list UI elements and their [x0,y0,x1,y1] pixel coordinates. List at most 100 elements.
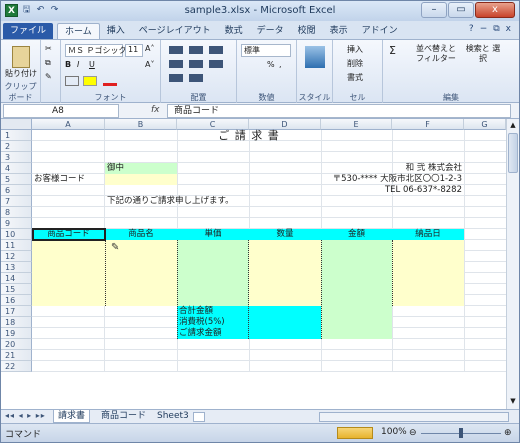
bold-button[interactable]: B [65,60,71,69]
row-header[interactable]: 19 [1,328,32,339]
close-button[interactable]: x [475,2,515,18]
view-buttons[interactable] [337,427,373,439]
align-top-icons[interactable] [169,46,229,54]
column-header[interactable]: B [105,119,177,130]
help-icon[interactable]: ? [469,24,474,34]
tab-formulas[interactable]: 数式 [218,23,250,39]
scroll-down-icon[interactable]: ▼ [508,397,518,407]
tab-data[interactable]: データ [250,23,291,39]
cut-icon[interactable]: ✂ [45,44,52,53]
cursor-pencil-icon: ✎ [111,242,120,253]
worksheet-grid[interactable]: A B C D E F G 1 2 3 4 5 6 7 8 9 10 11 12 13 14 15 16 17 1… [1,119,506,409]
row-header[interactable]: 12 [1,251,32,262]
row-header[interactable]: 10 [1,229,32,240]
header-amount: 金額 [347,229,365,239]
tab-addins[interactable]: アドイン [355,23,405,39]
find-select-button[interactable]: 検索と 選択 [463,44,503,64]
restore-button[interactable]: ▭ [448,2,474,18]
tab-view[interactable]: 表示 [323,23,355,39]
horizontal-scrollbar[interactable] [319,412,509,422]
insert-cells-button[interactable]: 挿入 [347,44,363,55]
format-cells-button[interactable]: 書式 [347,72,363,83]
row-header[interactable]: 5 [1,174,32,185]
sheet-tab-sheet3[interactable]: Sheet3 [153,410,193,423]
row-header[interactable]: 11 [1,240,32,251]
row-header[interactable]: 20 [1,339,32,350]
sheet-nav-icons[interactable]: ◂◂ ◂ ▸ ▸▸ [5,411,46,420]
font-size-select[interactable]: 11 [125,44,143,57]
row-header[interactable]: 1 [1,130,32,141]
tab-page-layout[interactable]: ページレイアウト [132,23,218,39]
paste-button[interactable]: 貼り付け [5,46,37,79]
row-header[interactable]: 21 [1,350,32,361]
column-header[interactable]: F [392,119,464,130]
percent-button[interactable]: % [267,60,275,69]
row-header[interactable]: 18 [1,317,32,328]
column-header[interactable]: A [32,119,105,130]
font-name-select[interactable]: ＭＳ Ｐゴシック [65,44,127,57]
quantity-input-area[interactable] [249,240,321,306]
zoom-level[interactable]: 100% [381,427,407,437]
row-header[interactable]: 2 [1,141,32,152]
row-header[interactable]: 14 [1,273,32,284]
select-all-corner[interactable] [1,119,32,130]
format-painter-icon[interactable]: ✎ [45,72,52,81]
row-header[interactable]: 4 [1,163,32,174]
autosum-icon[interactable]: Σ [389,44,396,57]
sheet-tab-invoice[interactable]: 請求書 [53,410,91,423]
workbook-restore-icon[interactable]: ⧉ [493,24,499,34]
tab-file[interactable]: ファイル [3,23,54,39]
style-icon[interactable] [305,46,325,68]
number-format-select[interactable]: 標準 [241,44,291,57]
row-header[interactable]: 8 [1,207,32,218]
new-sheet-icon[interactable] [193,412,205,422]
zoom-slider-thumb[interactable] [459,428,463,438]
row-header[interactable]: 13 [1,262,32,273]
column-header[interactable]: G [464,119,506,130]
copy-icon[interactable]: ⧉ [45,58,51,68]
column-header[interactable]: E [321,119,392,130]
amount-area[interactable] [321,240,392,306]
font-color-icon[interactable] [103,76,117,86]
formula-input[interactable]: 商品コード [167,104,511,118]
unit-price-area[interactable] [177,240,249,306]
scroll-up-icon[interactable]: ▲ [508,121,518,131]
tab-insert[interactable]: 挿入 [100,23,132,39]
scroll-thumb[interactable] [508,133,518,173]
row-header[interactable]: 17 [1,306,32,317]
row-header[interactable]: 6 [1,185,32,196]
indent-icons[interactable] [169,74,209,82]
underline-button[interactable]: U [89,60,95,69]
delete-cells-button[interactable]: 削除 [347,58,363,69]
sort-filter-button[interactable]: 並べ替えと フィルター [413,44,459,64]
font-shrink-icon[interactable]: A˅ [145,60,154,69]
fill-color-icon[interactable] [83,76,97,86]
border-icon[interactable] [65,76,79,86]
vertical-scrollbar[interactable]: ▲ ▼ [506,119,519,409]
zoom-in-icon[interactable]: ⊕ [504,428,512,438]
font-grow-icon[interactable]: A˄ [145,44,154,53]
sheet-tab-bar: ◂◂ ◂ ▸ ▸▸ 請求書 商品コード Sheet3 [1,409,519,423]
row-header[interactable]: 9 [1,218,32,229]
row-header[interactable]: 15 [1,284,32,295]
name-box[interactable]: A8 [3,104,119,118]
cells-group: 挿入 削除 書式 セル [333,40,383,104]
minimize-button[interactable]: – [421,2,447,18]
align-horizontal-icons[interactable] [169,60,229,68]
tab-home[interactable]: ホーム [57,23,100,39]
tab-review[interactable]: 校閲 [291,23,323,39]
row-header[interactable]: 7 [1,196,32,207]
delivery-date-input-area[interactable] [392,240,464,306]
dotted-border [392,240,393,306]
function-icon[interactable]: fx [151,105,160,115]
ribbon-minimize-icon[interactable]: − [480,24,488,34]
italic-button[interactable]: I [77,60,79,69]
row-header[interactable]: 16 [1,295,32,306]
comma-button[interactable]: , [279,60,282,69]
row-header[interactable]: 3 [1,152,32,163]
workbook-close-icon[interactable]: x [506,24,511,34]
customer-code-input-fill[interactable] [105,174,177,185]
sheet-tab-product-code[interactable]: 商品コード [97,410,150,423]
zoom-out-icon[interactable]: ⊖ [409,428,417,438]
row-header[interactable]: 22 [1,361,32,372]
